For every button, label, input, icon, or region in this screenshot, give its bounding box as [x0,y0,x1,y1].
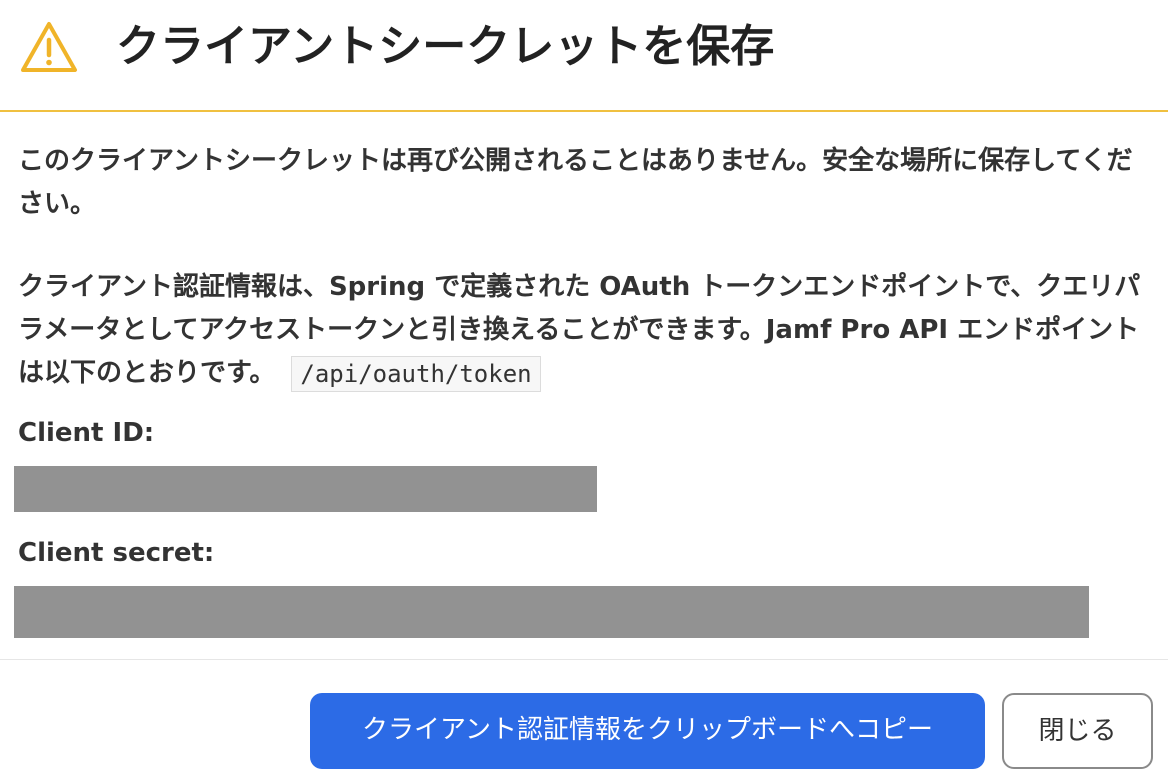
endpoint-description-text: クライアント認証情報は、Spring で定義された OAuth トークンエンドポ… [18,272,1141,388]
secret-notice-text: このクライアントシークレットは再び公開されることはありません。安全な場所に保存し… [18,146,1133,219]
dialog-body: このクライアントシークレットは再び公開されることはありません。安全な場所に保存し… [18,140,1146,395]
dialog-title: クライアントシークレットを保存 [116,21,775,72]
save-client-secret-dialog: クライアントシークレットを保存 このクライアントシークレットは再び公開されること… [0,0,1168,784]
close-button[interactable]: 閉じる [1002,693,1153,769]
endpoint-description: クライアント認証情報は、Spring で定義された OAuth トークンエンドポ… [18,266,1146,395]
client-secret-label: Client secret: [18,538,215,568]
footer-divider [0,659,1168,660]
client-secret-value-redacted [14,586,1089,638]
dialog-header: クライアントシークレットを保存 [0,0,1168,112]
endpoint-path-code: /api/oauth/token [291,355,541,392]
copy-credentials-button[interactable]: クライアント認証情報をクリップボードへコピー [310,693,985,769]
client-id-label: Client ID: [18,418,155,448]
warning-triangle-icon [21,22,77,72]
client-id-value-redacted [14,466,597,512]
